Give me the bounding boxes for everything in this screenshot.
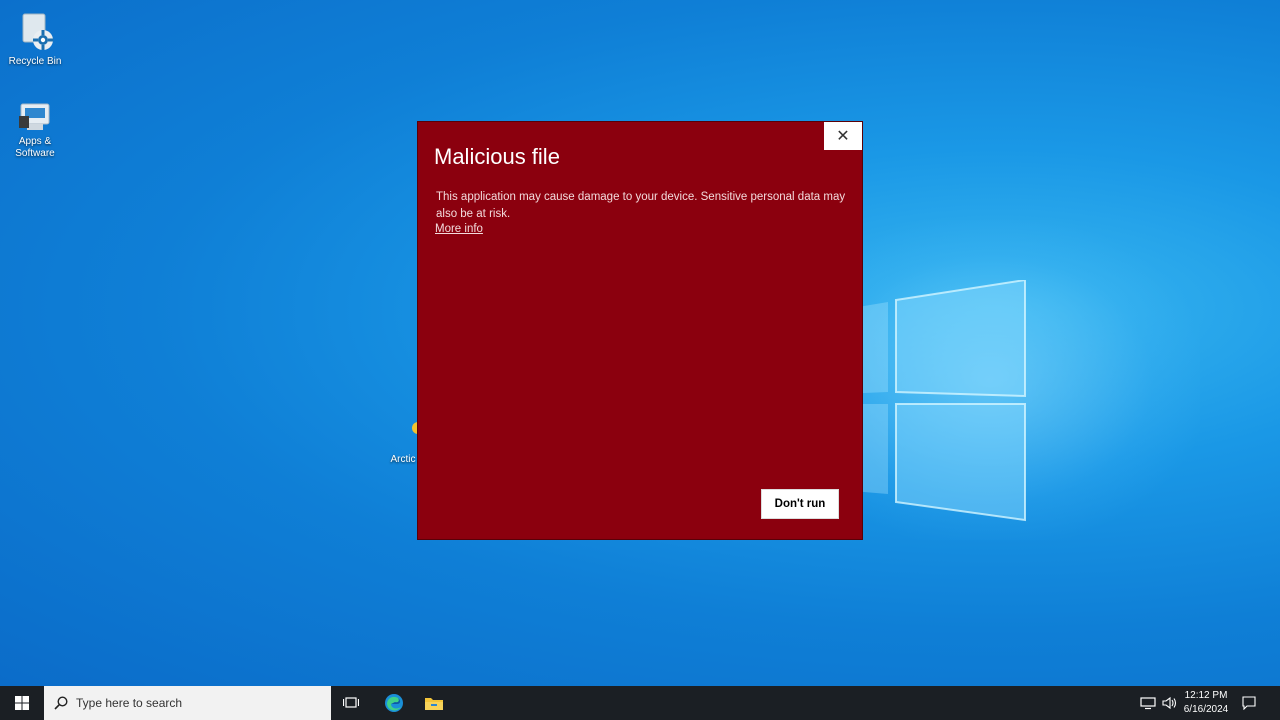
desktop-icon-label: Arctic: [390, 454, 416, 465]
dont-run-button[interactable]: Don't run: [761, 489, 839, 519]
windows-start-icon: [15, 696, 29, 710]
dialog-message: This application may cause damage to you…: [436, 191, 846, 220]
more-info-link[interactable]: More info: [435, 223, 483, 235]
desktop-icon-recycle-bin[interactable]: Recycle Bin: [0, 10, 70, 68]
file-explorer-taskbar-button[interactable]: [413, 686, 455, 720]
apps-software-icon: [19, 103, 50, 130]
system-tray: [1140, 686, 1178, 720]
task-view-button[interactable]: [330, 686, 372, 720]
notification-center-button[interactable]: [1234, 686, 1264, 720]
notification-icon: [1242, 696, 1256, 710]
volume-icon[interactable]: [1162, 696, 1178, 710]
taskbar-search-box[interactable]: Type here to search: [44, 686, 331, 720]
desktop-icon-label: Recycle Bin: [8, 56, 62, 67]
recycle-bin-icon: [22, 13, 53, 50]
taskbar: Type here to search 12:12 PM 6/16/2024: [0, 686, 1280, 720]
search-placeholder: Type here to search: [76, 696, 183, 710]
task-view-icon: [343, 697, 359, 708]
network-icon[interactable]: [1140, 696, 1156, 710]
file-explorer-icon: [425, 698, 443, 710]
edge-taskbar-button[interactable]: [373, 686, 415, 720]
taskbar-clock[interactable]: 12:12 PM 6/16/2024: [1178, 689, 1234, 717]
edge-icon: [385, 694, 403, 712]
start-button[interactable]: [0, 686, 44, 720]
desktop-icon-apps-software[interactable]: Apps & Software: [0, 102, 70, 160]
search-icon: [54, 696, 68, 710]
clock-time: 12:12 PM: [1184, 690, 1228, 701]
malicious-file-dialog: ✕ Malicious file This application may ca…: [417, 121, 863, 540]
close-button[interactable]: ✕: [824, 122, 862, 150]
dialog-title: Malicious file: [434, 144, 560, 169]
windows-logo-wallpaper: [840, 280, 1026, 522]
desktop-icon-label: Apps & Software: [15, 136, 55, 159]
clock-date: 6/16/2024: [1183, 704, 1229, 715]
